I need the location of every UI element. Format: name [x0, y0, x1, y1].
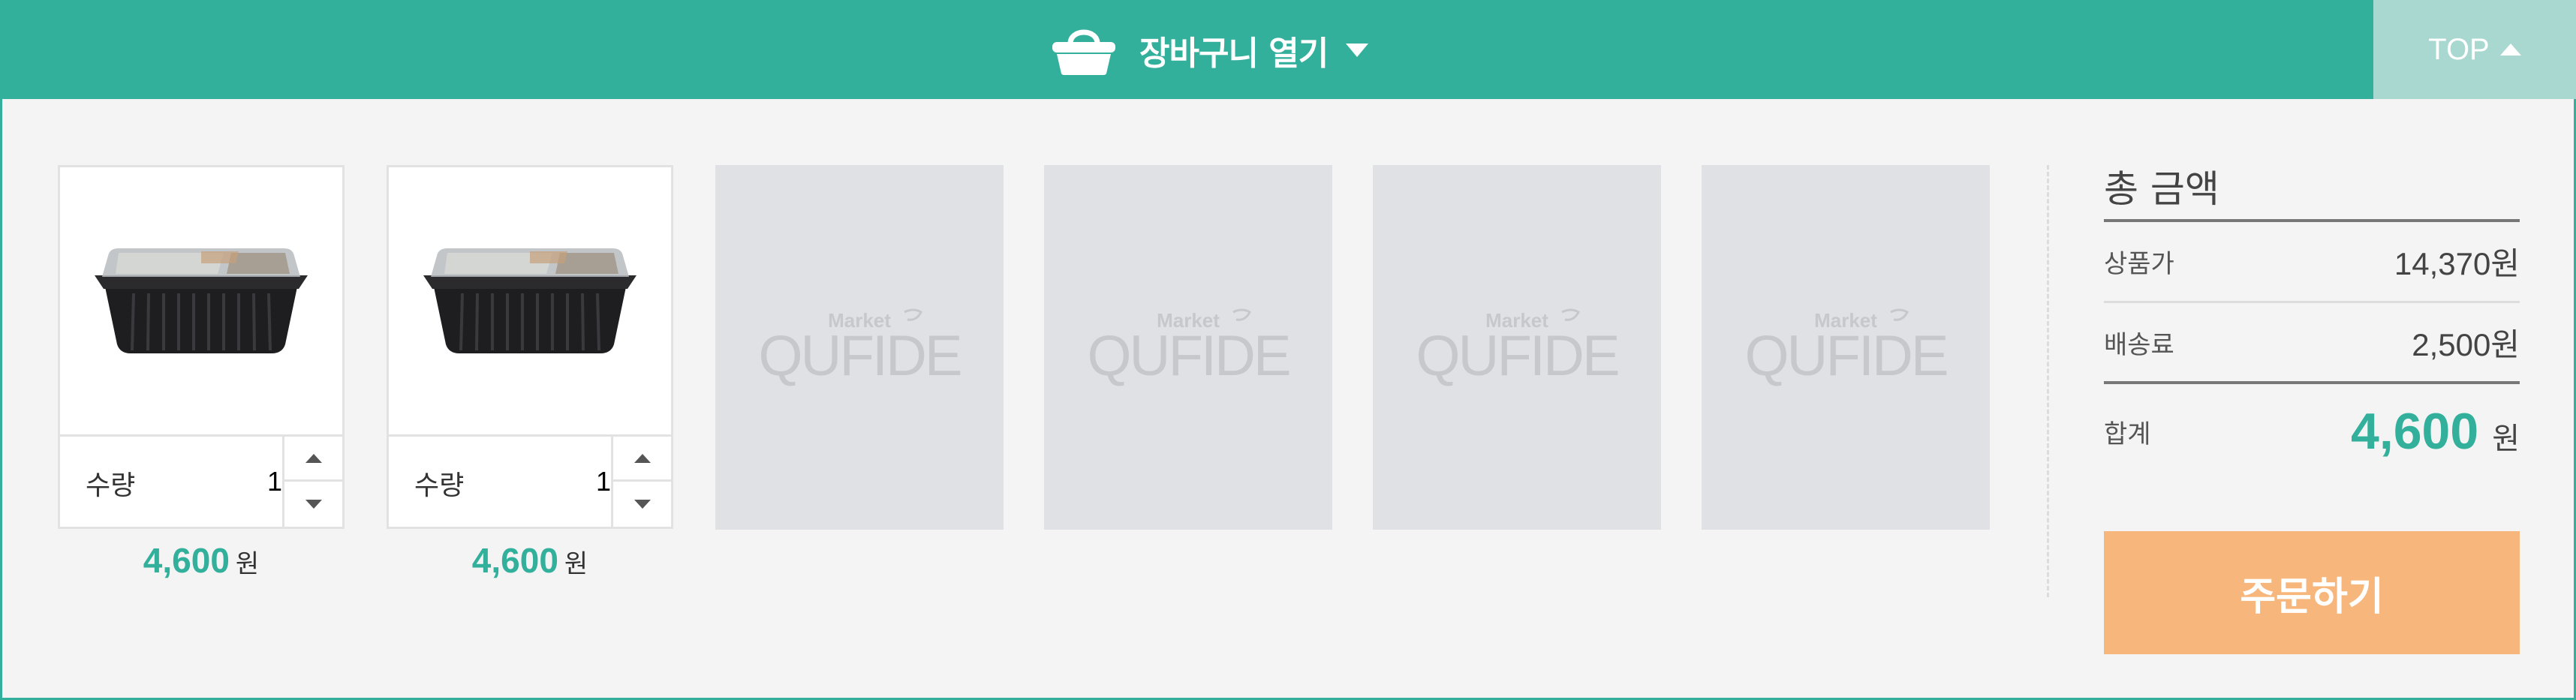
order-summary: 총 금액 상품가 14,370원 배송료 2,500원 합계 4,600 원 — [2104, 159, 2520, 479]
item-price: 4,600 원 — [387, 540, 673, 581]
logo-text: QUFIDE — [1744, 324, 1946, 388]
caret-up-icon — [2499, 44, 2521, 56]
shipping-fee-row: 배송료 2,500원 — [2104, 303, 2520, 384]
quantity-increase-button[interactable] — [613, 437, 671, 482]
total-price: 4,600 원 — [2351, 402, 2520, 461]
cart-panel: 수량 4,600원 — [0, 99, 2576, 700]
arrow-up-icon — [633, 453, 651, 463]
empty-cart-slot: Market QUFIDE — [1044, 165, 1332, 530]
product-price-label: 상품가 — [2104, 249, 2174, 279]
cart-header-bar: 장바구니 열기 TOP — [0, 0, 2576, 99]
shipping-fee-label: 배송료 — [2104, 329, 2174, 360]
empty-cart-slot: Market QUFIDE — [1702, 165, 1990, 530]
total-row: 합계 4,600 원 — [2104, 384, 2520, 479]
logo-text: QUFIDE — [1416, 324, 1618, 388]
quantity-label: 수량 — [86, 470, 136, 501]
basket-icon — [1052, 29, 1115, 75]
scroll-top-label: TOP — [2428, 32, 2490, 66]
summary-divider — [2047, 165, 2049, 597]
item-price: 4,600 원 — [58, 540, 345, 581]
summary-title: 총 금액 — [2104, 159, 2520, 222]
quantity-input[interactable] — [203, 453, 293, 510]
market-qufide-logo: Market QUFIDE — [1087, 308, 1292, 388]
quantity-stepper — [282, 437, 342, 527]
total-amount: 4,600 — [2351, 403, 2479, 460]
arrow-down-icon — [305, 500, 322, 509]
item-price-amount: 4,600 — [471, 541, 558, 580]
quantity-row: 수량 — [60, 434, 342, 527]
cart-open-label: 장바구니 열기 — [1139, 35, 1329, 73]
logo-text: QUFIDE — [758, 324, 960, 388]
empty-cart-slot: Market QUFIDE — [715, 165, 1004, 530]
scroll-top-button[interactable]: TOP — [2373, 0, 2576, 99]
item-price-unit: 원 — [564, 549, 588, 579]
product-price-row: 상품가 14,370원 — [2104, 222, 2520, 303]
arrow-down-icon — [633, 500, 651, 509]
market-qufide-logo: Market QUFIDE — [758, 308, 963, 388]
cart-item-card: 수량 — [387, 165, 673, 529]
quantity-input[interactable] — [531, 453, 621, 510]
quantity-increase-button[interactable] — [284, 437, 342, 482]
arrow-up-icon — [305, 453, 322, 463]
quantity-decrease-button[interactable] — [613, 482, 671, 527]
quantity-stepper — [611, 437, 671, 527]
quantity-decrease-button[interactable] — [284, 482, 342, 527]
order-button[interactable]: 주문하기 — [2104, 531, 2520, 654]
item-price-unit: 원 — [235, 549, 260, 579]
logo-text: QUFIDE — [1087, 324, 1289, 388]
market-qufide-logo: Market QUFIDE — [1416, 308, 1621, 388]
empty-cart-slot: Market QUFIDE — [1373, 165, 1661, 530]
caret-down-icon — [1346, 44, 1369, 57]
cart-item-card: 수량 — [58, 165, 345, 529]
quantity-row: 수량 — [389, 434, 671, 527]
product-price-value: 14,370원 — [2394, 246, 2520, 281]
total-unit: 원 — [2492, 422, 2520, 456]
quantity-label: 수량 — [414, 470, 465, 501]
market-qufide-logo: Market QUFIDE — [1744, 308, 1949, 388]
item-price-amount: 4,600 — [143, 541, 230, 580]
cart-open-toggle[interactable]: 장바구니 열기 — [1051, 21, 1369, 80]
meal-container-image — [95, 248, 308, 353]
total-label: 합계 — [2104, 419, 2151, 449]
product-image[interactable] — [389, 167, 671, 434]
meal-container-image — [423, 248, 636, 353]
product-image[interactable] — [60, 167, 342, 434]
shipping-fee-value: 2,500원 — [2412, 326, 2520, 362]
